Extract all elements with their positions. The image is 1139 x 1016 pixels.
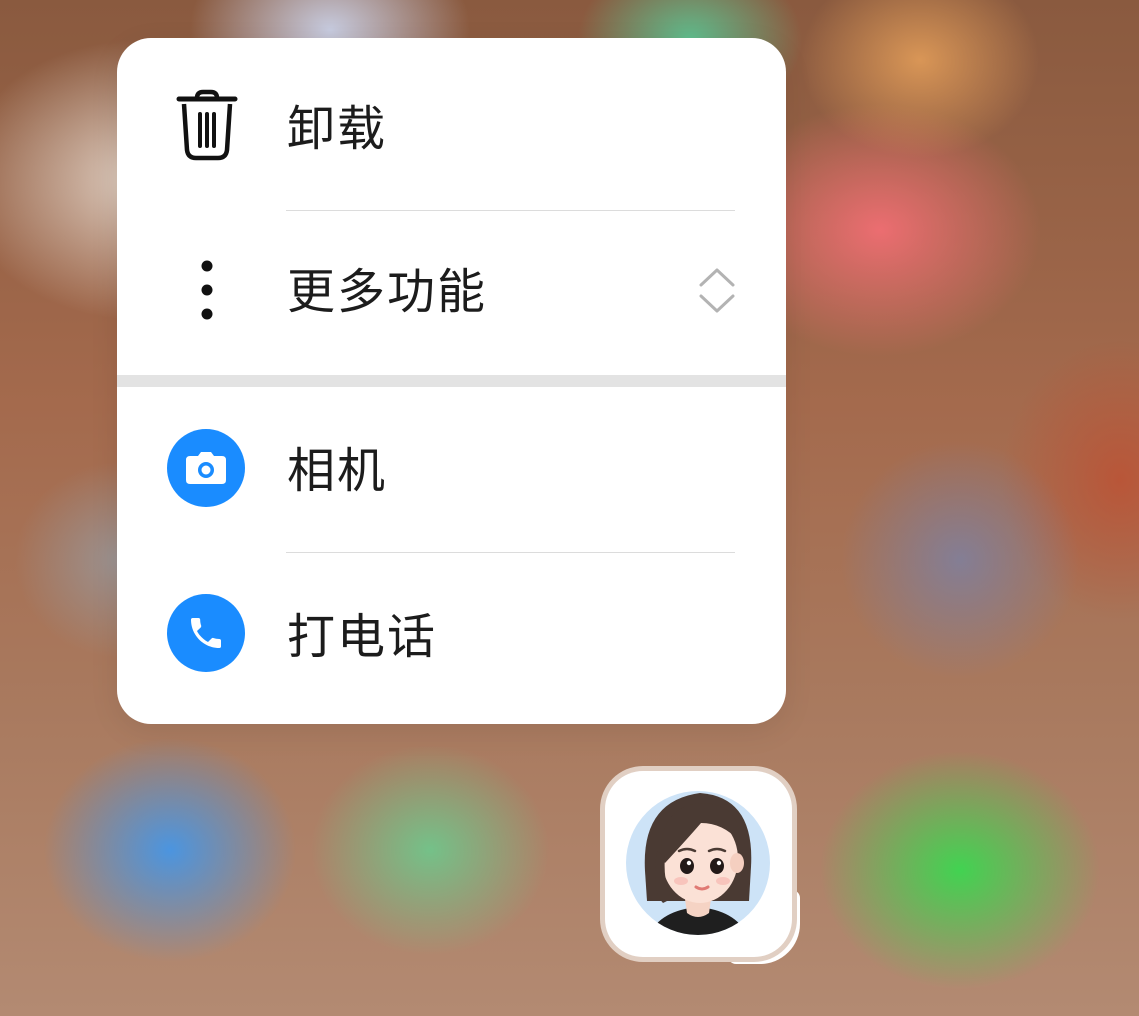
more-functions-label: 更多功能 — [287, 264, 488, 320]
uninstall-menu-item[interactable]: 卸载 — [117, 38, 786, 210]
more-vertical-icon — [197, 259, 217, 327]
phone-shortcut[interactable]: 打电话 — [117, 553, 786, 724]
camera-label: 相机 — [287, 443, 388, 499]
app-context-menu: 卸载 更多功能 相机 打电话 — [117, 38, 786, 724]
phone-icon — [167, 594, 245, 672]
avatar-girl-icon — [605, 771, 792, 957]
camera-icon — [167, 429, 245, 507]
section-separator — [117, 375, 786, 387]
app-icon[interactable] — [605, 771, 792, 957]
uninstall-label: 卸载 — [287, 101, 388, 157]
phone-label: 打电话 — [287, 609, 438, 665]
expand-collapse-icon — [697, 265, 737, 321]
trash-icon — [167, 88, 247, 166]
camera-shortcut[interactable]: 相机 — [117, 387, 786, 552]
more-functions-menu-item[interactable]: 更多功能 — [117, 211, 786, 375]
